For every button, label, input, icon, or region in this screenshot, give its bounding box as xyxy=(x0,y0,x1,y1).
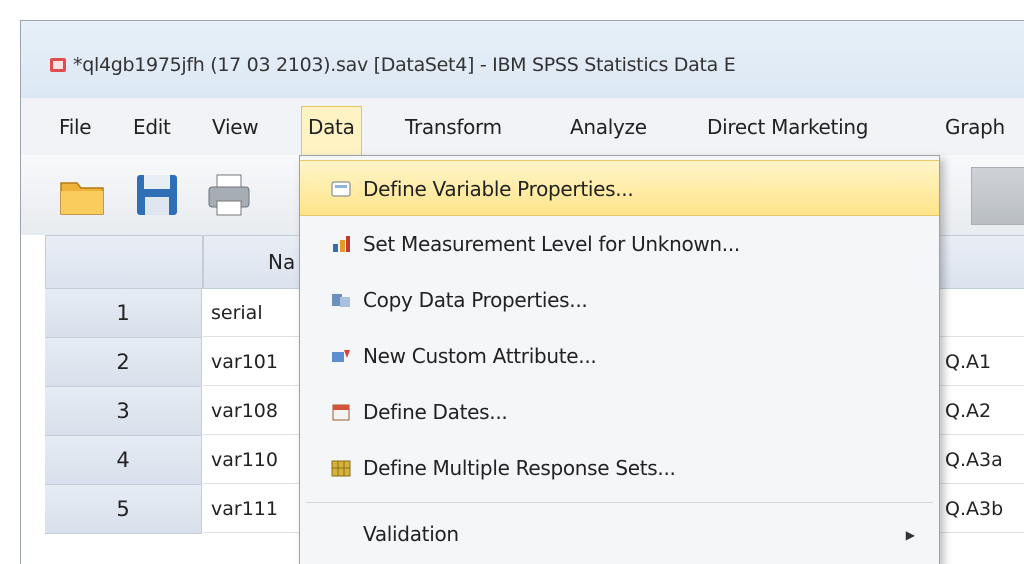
print-icon[interactable] xyxy=(203,169,255,221)
menu-item-label: New Custom Attribute... xyxy=(363,344,597,368)
menu-bar: File Edit View Data Transform Analyze Di… xyxy=(21,98,1024,156)
row-header[interactable]: 2 xyxy=(45,338,202,387)
title-bar: *ql4gb1975jfh (17 03 2103).sav [DataSet4… xyxy=(21,21,1024,98)
menu-direct-marketing[interactable]: Direct Marketing xyxy=(701,107,874,147)
calendar-icon xyxy=(332,404,350,421)
menu-graphs[interactable]: Graph xyxy=(939,107,1011,147)
multiple-response-icon xyxy=(331,460,351,477)
menu-edit[interactable]: Edit xyxy=(127,107,177,147)
menu-item-copy-data-properties[interactable]: Copy Data Properties... xyxy=(300,272,939,328)
grid-corner-header xyxy=(45,235,203,289)
data-menu-dropdown: Define Variable Properties... Set Measur… xyxy=(299,155,940,564)
menu-item-define-variable-properties[interactable]: Define Variable Properties... xyxy=(300,160,939,216)
define-variable-properties-icon xyxy=(331,181,351,197)
custom-attribute-icon xyxy=(332,350,350,362)
menu-item-label: Validation xyxy=(363,522,459,546)
row-header[interactable]: 3 xyxy=(45,387,202,436)
menu-data[interactable]: Data xyxy=(301,106,362,156)
cell-name[interactable]: var101 xyxy=(203,338,303,386)
row-header[interactable]: 5 xyxy=(45,485,202,534)
menu-item-label: Set Measurement Level for Unknown... xyxy=(363,232,740,256)
window-title: *ql4gb1975jfh (17 03 2103).sav [DataSet4… xyxy=(73,54,736,76)
menu-item-label: Define Variable Properties... xyxy=(363,177,634,201)
measurement-level-icon xyxy=(333,236,350,252)
cell-label[interactable]: Q.A2 xyxy=(937,387,1024,435)
row-header[interactable]: 4 xyxy=(45,436,202,485)
menu-item-label: Copy Data Properties... xyxy=(363,288,588,312)
spss-app-icon xyxy=(50,58,66,72)
menu-file[interactable]: File xyxy=(53,107,97,147)
row-header[interactable]: 1 xyxy=(45,289,202,338)
open-folder-icon[interactable] xyxy=(57,169,109,221)
cell-name[interactable]: var108 xyxy=(203,387,303,435)
menu-item-validation[interactable]: Validation ▶ xyxy=(300,506,939,562)
spss-data-editor-window: *ql4gb1975jfh (17 03 2103).sav [DataSet4… xyxy=(20,20,1024,564)
menu-item-define-multiple-response-sets[interactable]: Define Multiple Response Sets... xyxy=(300,440,939,496)
column-header-name[interactable]: Na xyxy=(203,235,305,289)
menu-separator xyxy=(306,502,933,503)
menu-item-define-dates[interactable]: Define Dates... xyxy=(300,384,939,440)
menu-analyze[interactable]: Analyze xyxy=(564,107,653,147)
cell-label[interactable]: Q.A3a xyxy=(937,436,1024,484)
cell-label[interactable] xyxy=(937,289,1024,337)
copy-data-properties-icon xyxy=(332,294,350,307)
submenu-arrow-icon: ▶ xyxy=(905,528,915,542)
column-header-label[interactable] xyxy=(937,235,1024,289)
cell-label[interactable]: Q.A3b xyxy=(937,485,1024,533)
menu-view[interactable]: View xyxy=(206,107,264,147)
cell-name[interactable]: serial xyxy=(203,289,303,337)
menu-item-label: Define Dates... xyxy=(363,400,508,424)
cell-label[interactable]: Q.A1 xyxy=(937,338,1024,386)
menu-transform[interactable]: Transform xyxy=(399,107,508,147)
cell-name[interactable]: var111 xyxy=(203,485,303,533)
cell-name[interactable]: var110 xyxy=(203,436,303,484)
menu-item-new-custom-attribute[interactable]: New Custom Attribute... xyxy=(300,328,939,384)
toolbar-button[interactable] xyxy=(971,167,1024,225)
menu-item-set-measurement-level[interactable]: Set Measurement Level for Unknown... xyxy=(300,216,939,272)
menu-item-label: Define Multiple Response Sets... xyxy=(363,456,676,480)
save-icon[interactable] xyxy=(131,169,183,221)
